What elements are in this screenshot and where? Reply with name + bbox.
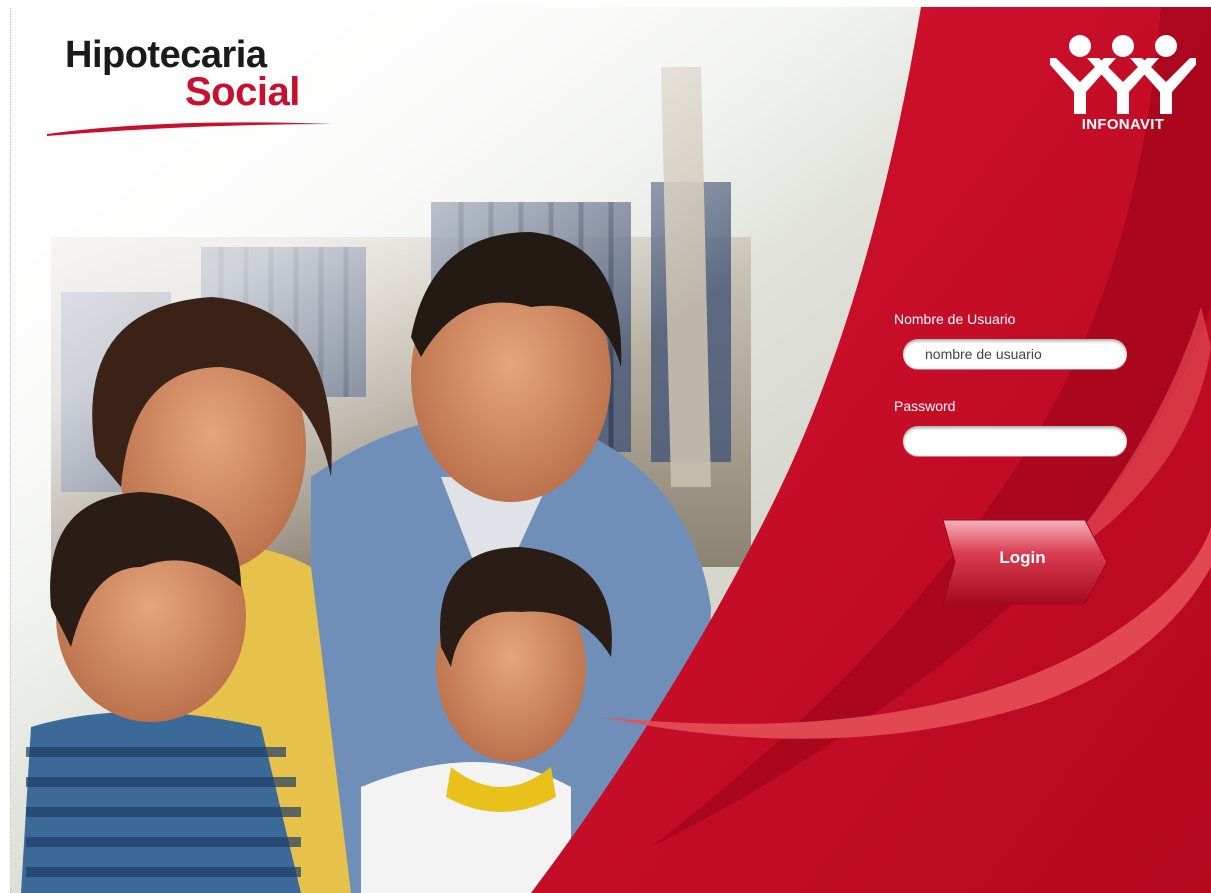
infonavit-emblem-icon — [1044, 35, 1202, 114]
password-input[interactable] — [903, 426, 1127, 456]
password-label: Password — [894, 398, 956, 414]
hipotecaria-social-logo: Hipotecaria Social — [45, 30, 345, 140]
left-border — [0, 0, 11, 893]
login-button[interactable]: Login — [935, 518, 1110, 610]
login-page: Hipotecaria Social INFONAVIT Nombre de U… — [0, 0, 1211, 893]
top-strip — [10, 0, 1211, 7]
infonavit-logo: INFONAVIT — [1044, 32, 1202, 152]
username-input[interactable] — [903, 339, 1127, 369]
login-button-label: Login — [999, 548, 1046, 567]
logo-swoosh-icon — [47, 122, 333, 136]
infonavit-text: INFONAVIT — [1081, 116, 1165, 133]
username-label: Nombre de Usuario — [894, 311, 1016, 327]
logo-text-social: Social — [185, 70, 300, 114]
